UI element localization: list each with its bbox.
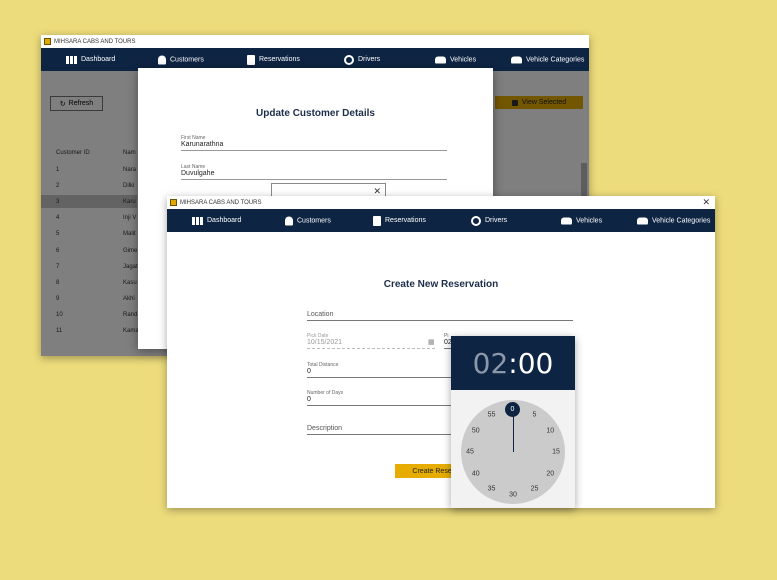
nav-label: Customers: [170, 56, 204, 63]
nav-label: Vehicle Categories: [526, 56, 585, 63]
nav-vehicles[interactable]: Vehicles: [561, 217, 602, 224]
total-distance-value: 0: [307, 368, 311, 375]
nav-reservations[interactable]: Reservations: [373, 215, 426, 226]
nav-label: Drivers: [358, 56, 381, 63]
nav-label: Dashboard: [207, 217, 242, 224]
dial-number[interactable]: 25: [531, 486, 539, 493]
app-title: MIHSARA CABS AND TOURS: [54, 38, 136, 45]
nav-drivers[interactable]: Drivers: [344, 54, 381, 65]
nav-label: Customers: [297, 217, 331, 224]
reservation-content: Create New Reservation Location Pick Dat…: [167, 232, 715, 508]
nav-label: Vehicles: [450, 56, 477, 63]
steering-wheel-icon: [471, 215, 481, 226]
nav-dashboard[interactable]: Dashboard: [192, 216, 242, 225]
car-icon: [435, 56, 446, 63]
selected-minute-label: 0: [510, 406, 515, 413]
nav-customers[interactable]: Customers: [285, 216, 331, 225]
dial-number[interactable]: 45: [466, 449, 474, 456]
window-close-icon[interactable]: ✕: [702, 197, 710, 208]
nav-label: Reservations: [385, 217, 426, 224]
user-icon: [285, 216, 293, 225]
dial-number[interactable]: 10: [546, 427, 554, 434]
nav-label: Dashboard: [81, 56, 116, 63]
user-icon: [158, 55, 166, 64]
dashboard-icon: [192, 216, 203, 225]
nav-label: Vehicle Categories: [652, 217, 711, 224]
app-title: MIHSARA CABS AND TOURS: [180, 199, 262, 206]
minute-display[interactable]: 00: [518, 347, 554, 380]
selected-minute-knob[interactable]: 0: [505, 402, 520, 417]
car-category-icon: [511, 56, 522, 63]
dial-number[interactable]: 40: [472, 470, 480, 477]
dial-number[interactable]: 20: [546, 470, 554, 477]
title-bar: MIHSARA CABS AND TOURS ✕: [167, 196, 715, 209]
dial-number[interactable]: 5: [533, 411, 537, 418]
nav-vehicles[interactable]: Vehicles: [435, 56, 476, 63]
nav-label: Reservations: [259, 56, 300, 63]
first-name-value: Karunarathna: [181, 141, 224, 148]
nav-label: Vehicles: [576, 217, 603, 224]
nav-vehicle-categories[interactable]: Vehicle Categories: [511, 56, 584, 63]
app-logo-icon: [44, 38, 51, 45]
nav-dashboard[interactable]: Dashboard: [66, 55, 116, 64]
location-input[interactable]: Location: [307, 311, 573, 321]
dial-number[interactable]: 55: [488, 411, 496, 418]
total-distance-field[interactable]: Total Distance 0: [307, 362, 451, 378]
page-title: Create New Reservation: [383, 279, 499, 290]
description-placeholder: Description: [307, 425, 343, 432]
dialog-title: Update Customer Details: [256, 108, 375, 119]
number-of-days-value: 0: [307, 396, 311, 403]
dashboard-icon: [66, 55, 77, 64]
reservation-window: MIHSARA CABS AND TOURS ✕ Dashboard Custo…: [167, 196, 715, 508]
pick-date-value: 10/15/2021: [307, 339, 343, 346]
dial-number[interactable]: 50: [472, 427, 480, 434]
nav-customers[interactable]: Customers: [158, 55, 204, 64]
last-name-field[interactable]: Last Name Duvulgahe: [181, 164, 447, 180]
dial-number[interactable]: 30: [509, 492, 517, 499]
title-bar: MIHSARA CABS AND TOURS: [41, 35, 589, 48]
book-icon: [247, 54, 255, 65]
last-name-value: Duvulgahe: [181, 170, 215, 177]
hour-display[interactable]: 02: [473, 347, 509, 380]
nav-drivers[interactable]: Drivers: [471, 215, 508, 226]
first-name-field[interactable]: First Name Karunarathna: [181, 135, 447, 151]
pick-date-field[interactable]: Pick Date 10/15/2021: [307, 333, 435, 349]
nav-bar: Dashboard Customers Reservations Drivers…: [167, 209, 715, 232]
car-icon: [561, 217, 572, 224]
nav-vehicle-categories[interactable]: Vehicle Categories: [637, 217, 710, 224]
calendar-icon[interactable]: ▦: [428, 338, 435, 346]
time-display: 02:00: [451, 336, 575, 390]
location-placeholder: Location: [307, 311, 334, 318]
number-of-days-field[interactable]: Number of Days 0: [307, 390, 451, 406]
description-input[interactable]: Description: [307, 425, 451, 435]
book-icon: [373, 215, 381, 226]
dial-number[interactable]: 15: [552, 449, 560, 456]
time-separator: :: [508, 346, 518, 380]
app-logo-icon: [170, 199, 177, 206]
time-picker: 02:00 0 5 10 15 20 25 30 35 40 45 50 55: [451, 336, 575, 508]
steering-wheel-icon: [344, 54, 354, 65]
nav-label: Drivers: [485, 217, 508, 224]
dial-number[interactable]: 35: [488, 486, 496, 493]
car-category-icon: [637, 217, 648, 224]
nav-reservations[interactable]: Reservations: [247, 54, 300, 65]
minute-dial[interactable]: 0 5 10 15 20 25 30 35 40 45 50 55: [461, 400, 565, 504]
